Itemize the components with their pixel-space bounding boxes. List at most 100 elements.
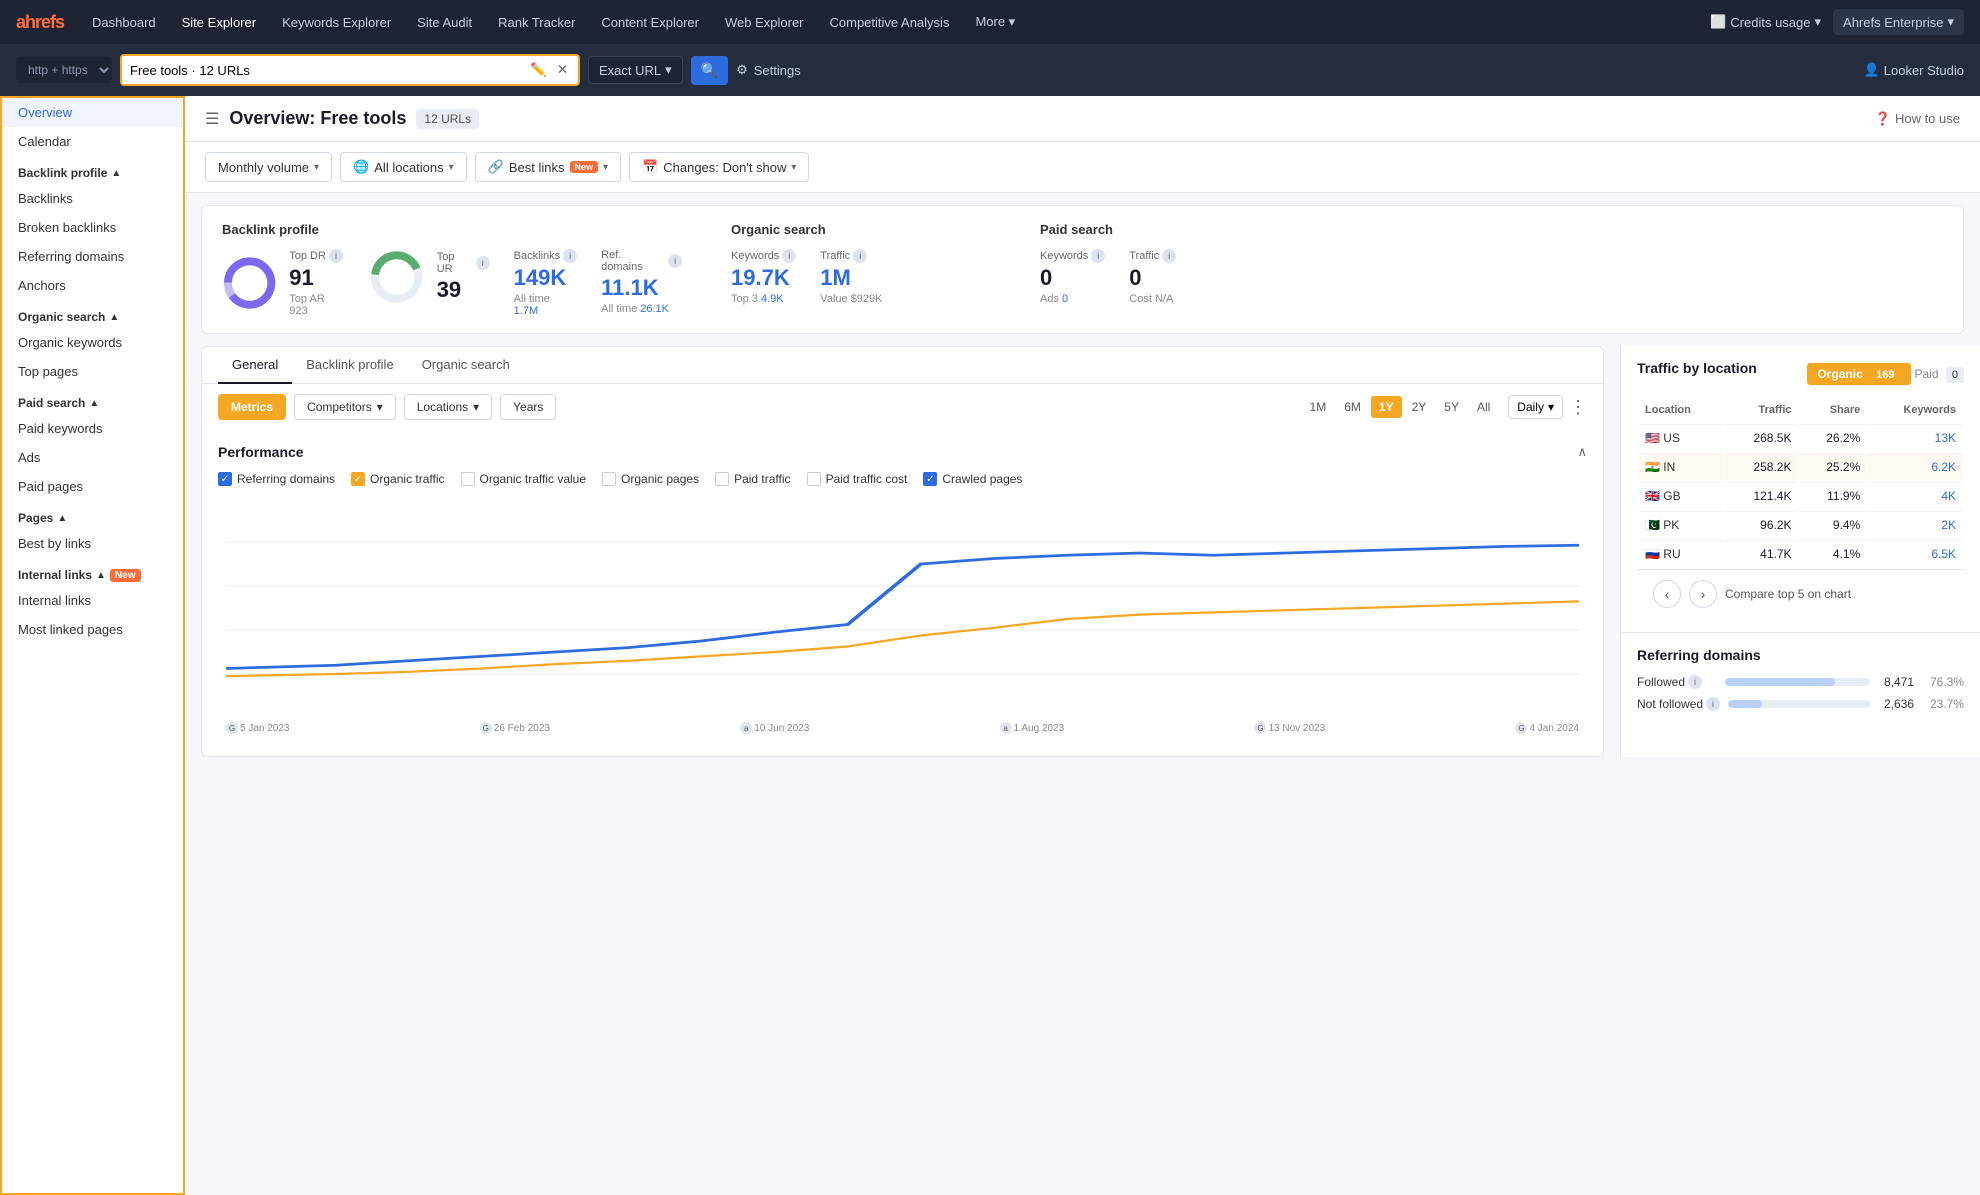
tab-general[interactable]: General <box>218 347 292 384</box>
check-organic-traffic-value[interactable]: Organic traffic value <box>461 472 587 486</box>
hamburger-icon[interactable]: ☰ <box>205 109 219 129</box>
sidebar-item-broken-backlinks[interactable]: Broken backlinks <box>2 213 183 242</box>
sidebar-item-top-pages[interactable]: Top pages <box>2 357 183 386</box>
time-5y[interactable]: 5Y <box>1436 396 1467 418</box>
nav-keywords-explorer[interactable]: Keywords Explorer <box>272 9 401 36</box>
sidebar-item-most-linked-pages[interactable]: Most linked pages <box>2 615 183 644</box>
info-icon[interactable]: i <box>1162 249 1176 263</box>
main-layout: Overview Calendar Backlink profile ▲ Bac… <box>0 96 1980 1195</box>
keywords-link[interactable]: 4K <box>1941 489 1956 503</box>
organic-search-title: Organic search <box>731 222 991 237</box>
time-all[interactable]: All <box>1469 396 1498 418</box>
best-links-filter[interactable]: 🔗 Best links New ▾ <box>475 152 621 182</box>
calendar-icon: 📅 <box>642 159 658 175</box>
paid-traffic-tab[interactable]: Paid 0 <box>1915 367 1965 381</box>
time-2y[interactable]: 2Y <box>1404 396 1435 418</box>
info-icon[interactable]: i <box>1706 697 1720 711</box>
keywords-cell: 6.2K <box>1868 453 1962 480</box>
all-locations-filter[interactable]: 🌐 All locations ▾ <box>340 152 467 182</box>
sidebar-item-referring-domains[interactable]: Referring domains <box>2 242 183 271</box>
sidebar-item-internal-links[interactable]: Internal links <box>2 586 183 615</box>
sidebar-item-best-by-links[interactable]: Best by links <box>2 529 183 558</box>
sidebar-item-paid-keywords[interactable]: Paid keywords <box>2 414 183 443</box>
credits-usage-button[interactable]: ⬜ Credits usage ▾ <box>1710 14 1821 30</box>
chevron-down-icon: ▾ <box>603 162 608 173</box>
share-cell: 11.9% <box>1800 482 1867 509</box>
settings-button[interactable]: ⚙ Settings <box>736 62 801 78</box>
keywords-link[interactable]: 13K <box>1935 431 1956 445</box>
nav-site-audit[interactable]: Site Audit <box>407 9 482 36</box>
info-icon[interactable]: i <box>329 249 343 263</box>
organic-traffic-tab[interactable]: Organic 169 <box>1807 363 1910 385</box>
check-paid-traffic-cost[interactable]: Paid traffic cost <box>807 472 908 486</box>
nav-dashboard[interactable]: Dashboard <box>82 9 166 36</box>
time-6m[interactable]: 6M <box>1336 396 1369 418</box>
search-button[interactable]: 🔍 <box>691 56 728 85</box>
tab-backlink-profile[interactable]: Backlink profile <box>292 347 407 384</box>
logo[interactable]: ahrefs <box>16 12 64 33</box>
keywords-link[interactable]: 6.5K <box>1931 547 1956 561</box>
nav-web-explorer[interactable]: Web Explorer <box>715 9 814 36</box>
years-button[interactable]: Years <box>500 394 556 420</box>
info-icon[interactable]: i <box>476 256 490 270</box>
traffic-by-location-section: Traffic by location Organic 169 Paid 0 <box>1621 346 1980 633</box>
more-options-button[interactable]: ⋮ <box>1569 397 1587 418</box>
check-paid-traffic[interactable]: Paid traffic <box>715 472 790 486</box>
protocol-select[interactable]: http + https <box>16 57 112 83</box>
info-icon[interactable]: i <box>668 254 682 268</box>
check-organic-traffic[interactable]: ✓ Organic traffic <box>351 472 444 486</box>
url-input[interactable] <box>130 63 522 78</box>
table-row: 🇺🇸 US 268.5K 26.2% 13K <box>1639 424 1962 451</box>
nav-more[interactable]: More ▾ <box>965 8 1025 36</box>
time-1m[interactable]: 1M <box>1302 396 1335 418</box>
monitor-icon: ⬜ <box>1710 14 1726 30</box>
org-kw-label: Keywords i <box>731 249 796 263</box>
metrics-button[interactable]: Metrics <box>218 394 286 420</box>
check-crawled-pages[interactable]: ✓ Crawled pages <box>923 472 1022 486</box>
how-to-use-button[interactable]: ❓ How to use <box>1875 111 1960 127</box>
enterprise-button[interactable]: Ahrefs Enterprise ▾ <box>1833 9 1964 35</box>
check-organic-pages[interactable]: Organic pages <box>602 472 699 486</box>
competitors-button[interactable]: Competitors ▾ <box>294 394 396 420</box>
list-item: Not followed i 2,636 23.7% <box>1637 697 1964 711</box>
sidebar-section-paid: Paid search ▲ <box>2 386 183 414</box>
content-area: ☰ Overview: Free tools 12 URLs ❓ How to … <box>185 96 1980 1195</box>
looker-studio-button[interactable]: 👤 Looker Studio <box>1864 62 1964 78</box>
nav-site-explorer[interactable]: Site Explorer <box>172 9 266 36</box>
interval-button[interactable]: Daily ▾ <box>1508 395 1563 419</box>
nav-competitive-analysis[interactable]: Competitive Analysis <box>820 9 960 36</box>
keywords-link[interactable]: 6.2K <box>1931 460 1956 474</box>
prev-arrow-button[interactable]: ‹ <box>1653 580 1681 608</box>
next-arrow-button[interactable]: › <box>1689 580 1717 608</box>
sidebar-item-anchors[interactable]: Anchors <box>2 271 183 300</box>
sidebar-item-overview[interactable]: Overview <box>2 98 183 127</box>
locations-button[interactable]: Locations ▾ <box>404 394 492 420</box>
info-icon[interactable]: i <box>563 249 577 263</box>
backlinks-sub: All time 1.7M <box>514 293 577 317</box>
sidebar-item-calendar[interactable]: Calendar <box>2 127 183 156</box>
edit-icon-button[interactable]: ✏️ <box>528 60 549 80</box>
info-icon[interactable]: i <box>1688 675 1702 689</box>
traffic-by-location-title: Traffic by location <box>1637 360 1757 376</box>
tab-organic-search[interactable]: Organic search <box>408 347 524 384</box>
info-icon[interactable]: i <box>782 249 796 263</box>
sidebar-item-organic-keywords[interactable]: Organic keywords <box>2 328 183 357</box>
nav-rank-tracker[interactable]: Rank Tracker <box>488 9 585 36</box>
close-icon-button[interactable]: ✕ <box>555 60 570 80</box>
x-label-nov2023: G 13 Nov 2023 <box>1254 722 1325 734</box>
sidebar-item-backlinks[interactable]: Backlinks <box>2 184 183 213</box>
referring-domains-section: Referring domains Followed i 8,471 76.3%… <box>1621 633 1980 733</box>
changes-filter[interactable]: 📅 Changes: Don't show ▾ <box>629 152 809 182</box>
check-referring-domains[interactable]: ✓ Referring domains <box>218 472 335 486</box>
nav-content-explorer[interactable]: Content Explorer <box>591 9 709 36</box>
sidebar-item-ads[interactable]: Ads <box>2 443 183 472</box>
share-cell: 26.2% <box>1800 424 1867 451</box>
monthly-volume-filter[interactable]: Monthly volume ▾ <box>205 152 332 182</box>
keywords-link[interactable]: 2K <box>1941 518 1956 532</box>
info-icon[interactable]: i <box>1091 249 1105 263</box>
info-icon[interactable]: i <box>853 249 867 263</box>
collapse-button[interactable]: ∧ <box>1577 444 1587 460</box>
time-1y[interactable]: 1Y <box>1371 396 1402 418</box>
match-type-select[interactable]: Exact URL ▾ <box>588 56 683 84</box>
sidebar-item-paid-pages[interactable]: Paid pages <box>2 472 183 501</box>
